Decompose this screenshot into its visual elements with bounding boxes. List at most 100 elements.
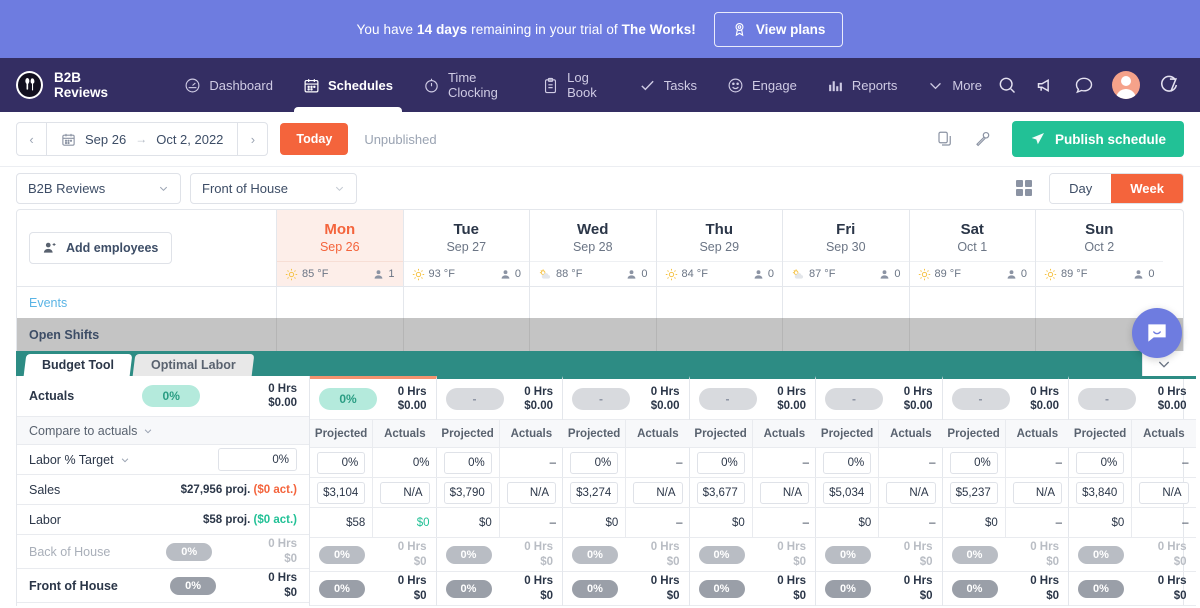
labor-target-projected-input[interactable]: 0% [570, 452, 618, 474]
sales-projected-input[interactable]: $5,237 [950, 482, 998, 504]
day-header-wed[interactable]: Wed Sep 28 88 °F 0 [530, 210, 656, 286]
events-label[interactable]: Events [17, 287, 277, 318]
labor-target-projected[interactable]: 0% [943, 448, 1005, 478]
sales-actual[interactable]: N/A [626, 478, 689, 508]
sales-actual-input[interactable]: N/A [760, 482, 809, 504]
compare-to-actuals-dropdown[interactable]: Compare to actuals [17, 417, 309, 445]
sales-actual-input[interactable]: N/A [1013, 482, 1062, 504]
sales-projected-input[interactable]: $3,790 [444, 482, 492, 504]
avatar[interactable] [1112, 71, 1140, 99]
labor-target-projected[interactable]: 0% [690, 448, 752, 478]
megaphone-icon[interactable] [1035, 75, 1056, 96]
labor-target-projected-input[interactable]: 0% [823, 452, 871, 474]
next-week-button[interactable]: › [237, 123, 267, 155]
wrench-icon[interactable] [974, 130, 992, 148]
nav-item-engage[interactable]: Engage [712, 58, 812, 112]
sales-projected-input[interactable]: $3,104 [317, 482, 365, 504]
nav-item-log-book[interactable]: Log Book [527, 58, 624, 112]
day-header-sat[interactable]: Sat Oct 1 89 °F 0 [910, 210, 1036, 286]
labor-target-projected[interactable]: 0% [1069, 448, 1131, 478]
nav-item-tasks[interactable]: Tasks [624, 58, 712, 112]
sales-projected-input[interactable]: $3,677 [697, 482, 745, 504]
open-shifts-cell-tue[interactable] [404, 318, 531, 351]
labor-target-projected-input[interactable]: 0% [444, 452, 492, 474]
labor-target-projected[interactable]: 0% [563, 448, 625, 478]
events-cell-thu[interactable] [657, 287, 784, 318]
events-cell-tue[interactable] [404, 287, 531, 318]
labor-target-total-input[interactable]: 0% [218, 448, 297, 471]
tab-optimal-labor[interactable]: Optimal Labor [133, 354, 254, 376]
open-shifts-cell-thu[interactable] [657, 318, 784, 351]
labor-target-projected-input[interactable]: 0% [950, 452, 998, 474]
back-of-house-hours: 0 Hrs [1158, 540, 1187, 554]
sales-cells: $3,840 N/A [1069, 478, 1196, 508]
sales-actual-input[interactable]: N/A [886, 482, 935, 504]
sales-projected-input[interactable]: $3,274 [570, 482, 618, 504]
sales-projected[interactable]: $3,840 [1069, 478, 1131, 508]
sales-actual-input[interactable]: N/A [1139, 482, 1188, 504]
sales-actual[interactable]: N/A [500, 478, 563, 508]
budget-actuals-summary: Actuals 0% 0 Hrs $0.00 [17, 376, 309, 417]
nav-item-more[interactable]: More [912, 58, 997, 112]
labor-target-projected-input[interactable]: 0% [1076, 452, 1124, 474]
prev-week-button[interactable]: ‹ [17, 123, 47, 155]
g7-logo-icon[interactable] [1158, 74, 1180, 96]
sales-projected[interactable]: $3,274 [563, 478, 625, 508]
publish-schedule-button[interactable]: Publish schedule [1012, 121, 1184, 157]
events-cell-fri[interactable] [783, 287, 910, 318]
labor-target-projected-input[interactable]: 0% [697, 452, 745, 474]
chat-icon[interactable] [1074, 75, 1094, 95]
events-cell-wed[interactable] [530, 287, 657, 318]
sales-actual-input[interactable]: N/A [507, 482, 556, 504]
view-mode-day[interactable]: Day [1050, 174, 1111, 203]
sales-projected[interactable]: $3,790 [437, 478, 499, 508]
sales-projected[interactable]: $3,677 [690, 478, 752, 508]
copy-icon[interactable] [936, 130, 954, 148]
add-employees-button[interactable]: Add employees [29, 232, 172, 264]
view-mode-week[interactable]: Week [1111, 174, 1183, 203]
labor-target-projected-input[interactable]: 0% [317, 452, 365, 474]
sales-projected[interactable]: $5,237 [943, 478, 1005, 508]
nav-item-schedules[interactable]: Schedules [288, 58, 408, 112]
sales-actual[interactable]: N/A [753, 478, 816, 508]
date-range-picker[interactable]: Sep 26 → Oct 2, 2022 [47, 123, 237, 155]
sales-actual[interactable]: N/A [373, 478, 436, 508]
company-select[interactable]: B2B Reviews [16, 173, 181, 204]
view-plans-button[interactable]: View plans [714, 12, 844, 47]
day-header-fri[interactable]: Fri Sep 30 87 °F 0 [783, 210, 909, 286]
chevron-down-icon[interactable] [120, 455, 130, 465]
nav-item-reports[interactable]: Reports [812, 58, 913, 112]
open-shifts-cell-wed[interactable] [530, 318, 657, 351]
day-header-thu[interactable]: Thu Sep 29 84 °F 0 [657, 210, 783, 286]
open-shifts-cell-mon[interactable] [277, 318, 404, 351]
date-range-arrow: → [135, 132, 147, 146]
open-shifts-cell-fri[interactable] [783, 318, 910, 351]
chat-widget-button[interactable] [1132, 308, 1182, 358]
day-header-tue[interactable]: Tue Sep 27 93 °F 0 [404, 210, 530, 286]
labor-target-projected[interactable]: 0% [816, 448, 878, 478]
nav-item-time-clocking[interactable]: Time Clocking [408, 58, 527, 112]
nav-item-dashboard[interactable]: Dashboard [169, 58, 288, 112]
events-cell-mon[interactable] [277, 287, 404, 318]
sales-actual-input[interactable]: N/A [633, 482, 682, 504]
sales-projected-input[interactable]: $3,840 [1076, 482, 1124, 504]
search-icon[interactable] [997, 75, 1017, 95]
events-cell-sat[interactable] [910, 287, 1037, 318]
sales-actual-input[interactable]: N/A [380, 482, 429, 504]
grid-view-icon[interactable] [1016, 180, 1033, 197]
sales-actual[interactable]: N/A [1006, 478, 1069, 508]
day-header-sun[interactable]: Sun Oct 2 89 °F 0 [1036, 210, 1163, 286]
open-shifts-cell-sat[interactable] [910, 318, 1037, 351]
sales-projected[interactable]: $3,104 [310, 478, 372, 508]
sales-projected-input[interactable]: $5,034 [823, 482, 871, 504]
sales-actual[interactable]: N/A [879, 478, 942, 508]
tab-budget-tool[interactable]: Budget Tool [24, 354, 133, 376]
sales-actual[interactable]: N/A [1132, 478, 1195, 508]
day-header-mon[interactable]: Mon Sep 26 85 °F 1 [277, 210, 403, 286]
today-button[interactable]: Today [280, 123, 348, 155]
labor-target-projected[interactable]: 0% [310, 448, 372, 478]
brand[interactable]: B2B Reviews [16, 70, 135, 100]
labor-target-projected[interactable]: 0% [437, 448, 499, 478]
sales-projected[interactable]: $5,034 [816, 478, 878, 508]
department-select[interactable]: Front of House [190, 173, 357, 204]
